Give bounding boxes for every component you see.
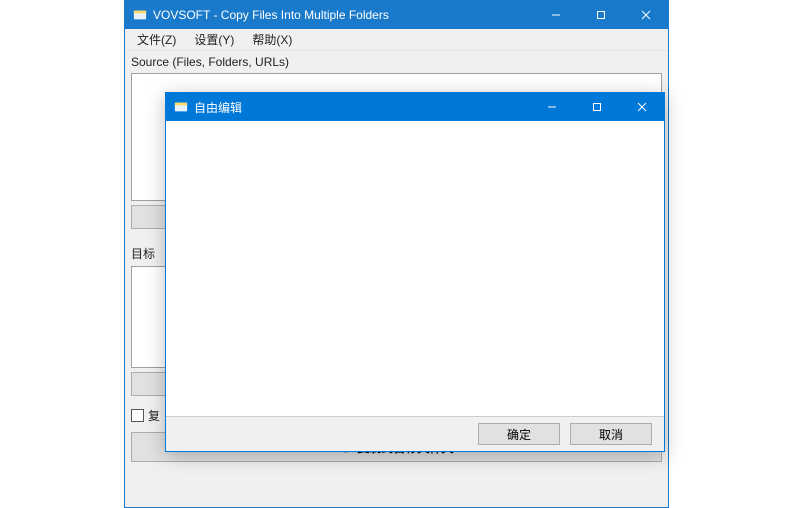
checkbox-label: 复 <box>148 407 160 424</box>
dialog-close-button[interactable] <box>619 93 664 121</box>
dialog-textarea-wrap <box>166 121 664 417</box>
maximize-button[interactable] <box>578 1 623 29</box>
cancel-button[interactable]: 取消 <box>570 423 652 445</box>
dialog-app-icon <box>174 100 188 114</box>
dialog-title: 自由编辑 <box>194 99 529 116</box>
menu-file[interactable]: 文件(Z) <box>129 29 184 50</box>
ok-button-label: 确定 <box>507 426 531 443</box>
checkbox-icon[interactable] <box>131 409 144 422</box>
close-button[interactable] <box>623 1 668 29</box>
free-edit-dialog: 自由编辑 确定 取消 <box>165 92 665 452</box>
dialog-minimize-button[interactable] <box>529 93 574 121</box>
dialog-titlebar[interactable]: 自由编辑 <box>166 93 664 121</box>
dialog-window-controls <box>529 93 664 121</box>
menu-settings[interactable]: 设置(Y) <box>186 29 242 50</box>
menu-help[interactable]: 帮助(X) <box>244 29 300 50</box>
dialog-button-row: 确定 取消 <box>166 417 664 451</box>
dialog-maximize-button[interactable] <box>574 93 619 121</box>
minimize-button[interactable] <box>533 1 578 29</box>
app-icon <box>133 8 147 22</box>
menubar: 文件(Z) 设置(Y) 帮助(X) <box>125 29 668 51</box>
main-title: VOVSOFT - Copy Files Into Multiple Folde… <box>153 8 533 22</box>
ok-button[interactable]: 确定 <box>478 423 560 445</box>
cancel-button-label: 取消 <box>599 426 623 443</box>
free-edit-textarea[interactable] <box>166 121 664 416</box>
dialog-body: 确定 取消 <box>166 121 664 451</box>
main-window-controls <box>533 1 668 29</box>
main-titlebar[interactable]: VOVSOFT - Copy Files Into Multiple Folde… <box>125 1 668 29</box>
source-label: Source (Files, Folders, URLs) <box>131 55 662 69</box>
